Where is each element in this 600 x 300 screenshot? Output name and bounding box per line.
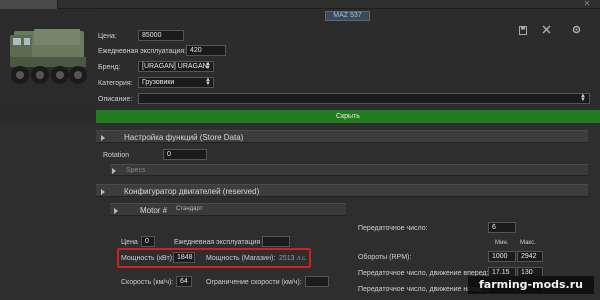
speed-limit-input[interactable] xyxy=(305,276,329,287)
price-label: Цена: xyxy=(98,33,117,40)
brand-value: [URAGAN] URAGAN xyxy=(142,63,208,70)
engine-section-title: Конфигуратор двигателей (reserved) xyxy=(124,187,260,196)
motor-price-input[interactable]: 0 xyxy=(141,236,155,247)
description-input[interactable] xyxy=(138,93,590,104)
shop-power-unit: л.с. xyxy=(297,256,307,262)
gear-ratio-input[interactable]: 6 xyxy=(488,222,516,233)
speed-limit-label: Ограничение скорости (км/ч): xyxy=(206,279,302,286)
watermark-text: farming-mods.ru xyxy=(478,278,583,291)
store-section-arrow-icon xyxy=(101,134,105,143)
category-label: Категория: xyxy=(98,80,133,87)
speed-input[interactable]: 64 xyxy=(176,276,192,287)
close-icon: ✕ xyxy=(583,0,591,8)
watermark: farming-mods.ru xyxy=(468,276,594,294)
max-header: Макс. xyxy=(520,240,536,246)
motor-daily-input[interactable] xyxy=(262,236,290,247)
rpm-max-input[interactable]: 2942 xyxy=(517,251,543,262)
hide-button[interactable]: Скрыть xyxy=(96,110,600,123)
rpm-label: Обороты (RPM): xyxy=(358,254,412,261)
category-stepper-icon[interactable]: ▲ ▼ xyxy=(205,77,211,87)
gear-icon xyxy=(572,25,580,34)
truck-image xyxy=(10,29,87,84)
rotation-input[interactable]: 0 xyxy=(163,149,207,160)
brand-stepper-icon[interactable]: ▲ ▼ xyxy=(205,61,211,71)
shop-power-value: 2513 xyxy=(279,255,295,262)
description-scroll-icon[interactable]: ▲ ▼ xyxy=(580,93,586,103)
specs-arrow-icon xyxy=(112,167,116,176)
brand-select[interactable]: [URAGAN] URAGAN xyxy=(138,61,214,72)
title-badge: MAZ 537 xyxy=(325,11,370,21)
gear-ratio-label: Передаточное число: xyxy=(358,225,428,232)
motor-name: Стандарт xyxy=(176,206,203,212)
rev-ratio-label: Передаточное число, движение назад: xyxy=(358,286,485,293)
store-section-title: Настройка функций (Store Data) xyxy=(124,133,244,142)
motor-header[interactable]: Motor # Стандарт xyxy=(110,203,346,216)
price-input[interactable]: 85000 xyxy=(138,30,184,41)
motor-arrow-icon xyxy=(114,207,118,216)
top-strip xyxy=(0,0,600,9)
window-close-button[interactable]: ✕ xyxy=(580,0,594,9)
daily-input[interactable]: 420 xyxy=(186,45,226,56)
specs-label: Specs xyxy=(126,167,146,174)
save-icon xyxy=(519,26,527,35)
engine-section-header[interactable]: Конфигуратор двигателей (reserved) xyxy=(96,184,588,197)
specs-section-header[interactable]: Specs xyxy=(110,164,588,176)
speed-label: Скорость (км/ч): xyxy=(121,279,174,286)
min-header: Мин. xyxy=(495,240,509,246)
settings-button[interactable] xyxy=(571,25,581,35)
description-label: Описание: xyxy=(98,96,133,103)
close-icon xyxy=(541,25,551,34)
rotation-label: Rotation xyxy=(103,152,130,159)
motor-price-label: Цена xyxy=(121,239,138,246)
title-badge-label: MAZ 537 xyxy=(333,12,362,19)
save-button[interactable] xyxy=(518,26,528,36)
vehicle-image-panel xyxy=(0,9,96,109)
motor-label: Motor # xyxy=(140,206,168,215)
close-button[interactable] xyxy=(541,25,551,35)
engine-section-arrow-icon xyxy=(101,188,105,197)
hide-button-label: Скрыть xyxy=(336,113,360,120)
power-input[interactable]: 1848 xyxy=(173,252,195,263)
window-tab[interactable] xyxy=(0,0,58,9)
shop-power-label: Мощность (Магазин): xyxy=(206,255,276,262)
store-section-header[interactable]: Настройка функций (Store Data) xyxy=(96,130,588,143)
power-label: Мощность (кВт): xyxy=(121,255,174,262)
category-select[interactable]: Грузовики xyxy=(138,77,214,88)
category-value: Грузовики xyxy=(142,79,175,86)
daily-label: Ежедневная эксплуатация: xyxy=(98,48,187,55)
rpm-min-input[interactable]: 1000 xyxy=(488,251,516,262)
brand-label: Бренд: xyxy=(98,64,121,71)
motor-daily-label: Ежедневная эксплуатация xyxy=(174,239,261,246)
